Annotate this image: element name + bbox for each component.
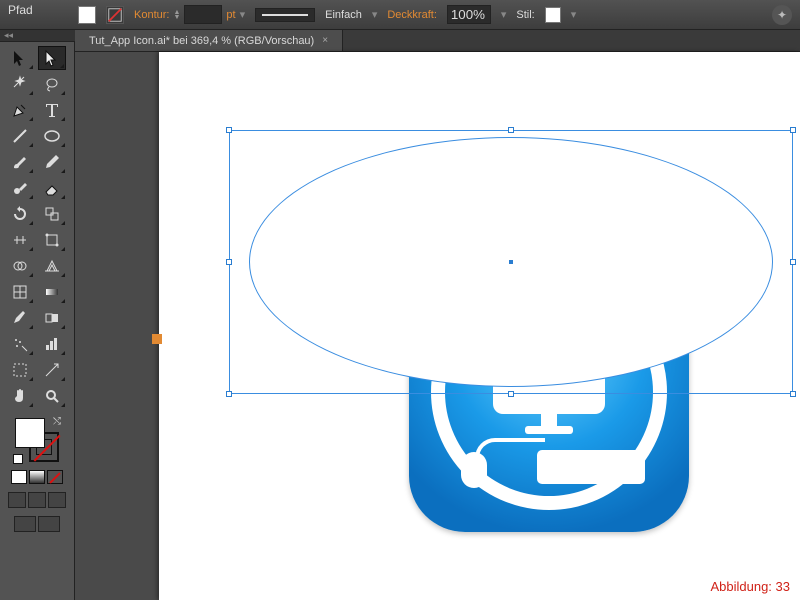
color-mode-none[interactable]	[47, 470, 63, 484]
selection-tool[interactable]	[6, 46, 34, 70]
mesh-tool[interactable]	[6, 280, 34, 304]
document-tab[interactable]: Tut_App Icon.ai* bei 369,4 % (RGB/Vorsch…	[75, 30, 343, 51]
document-tab-title: Tut_App Icon.ai* bei 369,4 % (RGB/Vorsch…	[89, 35, 314, 47]
artwork-keyboard	[537, 450, 645, 484]
tools-panel-grip[interactable]: ◂◂	[0, 30, 75, 42]
handle-middle-right[interactable]	[790, 259, 796, 265]
artboard-tool[interactable]	[6, 358, 34, 382]
document-tab-strip: Tut_App Icon.ai* bei 369,4 % (RGB/Vorsch…	[75, 30, 800, 52]
variable-width-profile[interactable]	[255, 8, 315, 22]
column-graph-tool[interactable]	[38, 332, 66, 356]
scale-tool[interactable]	[38, 202, 66, 226]
app-frame-icon[interactable]: ✦	[772, 5, 792, 25]
screen-mode-buttons	[0, 516, 74, 532]
color-mode-solid[interactable]	[11, 470, 27, 484]
default-fill-stroke-icon[interactable]	[13, 454, 23, 464]
stroke-weight-stepper[interactable]: ▲▼	[173, 10, 180, 20]
artwork-base	[525, 426, 573, 434]
object-type-label: Pfad	[8, 3, 33, 17]
ellipse-tool[interactable]	[38, 124, 66, 148]
opacity-label[interactable]: Deckkraft:	[387, 9, 437, 21]
zoom-tool[interactable]	[38, 384, 66, 408]
symbol-sprayer-tool[interactable]	[6, 332, 34, 356]
line-tool[interactable]	[6, 124, 34, 148]
stroke-weight-input[interactable]	[184, 5, 222, 24]
perspective-grid-tool[interactable]	[38, 254, 66, 278]
handle-bottom-middle[interactable]	[508, 391, 514, 397]
draw-normal[interactable]	[8, 492, 26, 508]
stroke-unit: pt	[226, 9, 235, 21]
fill-box[interactable]	[15, 418, 45, 448]
lasso-tool[interactable]	[38, 72, 66, 96]
blob-brush-tool[interactable]	[6, 176, 34, 200]
selection-center-point[interactable]	[509, 260, 513, 264]
profile-label: Einfach	[325, 9, 362, 21]
handle-top-left[interactable]	[226, 127, 232, 133]
close-tab-icon[interactable]: ×	[322, 35, 328, 46]
screen-mode-full[interactable]	[38, 516, 60, 532]
gradient-tool[interactable]	[38, 280, 66, 304]
selection-bounding-box[interactable]	[229, 130, 793, 394]
rotate-tool[interactable]	[6, 202, 34, 226]
eraser-tool[interactable]	[38, 176, 66, 200]
opacity-input[interactable]	[447, 5, 491, 24]
pen-tool[interactable]	[6, 98, 34, 122]
slice-tool[interactable]	[38, 358, 66, 382]
control-bar: Kontur: ▲▼ pt ▾ Einfach ▾ Deckkraft: ▾ S…	[0, 0, 800, 30]
magic-wand-tool[interactable]	[6, 72, 34, 96]
stroke-swatch-none[interactable]	[106, 6, 124, 24]
screen-mode-normal[interactable]	[14, 516, 36, 532]
stroke-label[interactable]: Kontur:	[134, 9, 169, 21]
figure-caption: Abbildung: 33	[710, 579, 790, 594]
color-mode-buttons	[0, 468, 74, 486]
direct-selection-tool[interactable]	[38, 46, 66, 70]
type-tool[interactable]	[38, 98, 66, 122]
swap-fill-stroke-icon[interactable]: ⤭	[53, 416, 61, 427]
fill-stroke-control[interactable]: ⤭	[13, 416, 61, 464]
handle-bottom-right[interactable]	[790, 391, 796, 397]
draw-behind[interactable]	[28, 492, 46, 508]
draw-mode-buttons	[0, 492, 74, 508]
pencil-tool[interactable]	[38, 150, 66, 174]
artwork-mouse	[461, 452, 487, 488]
tools-panel: ⤭	[0, 42, 75, 600]
draw-inside[interactable]	[48, 492, 66, 508]
free-transform-tool[interactable]	[38, 228, 66, 252]
paintbrush-tool[interactable]	[6, 150, 34, 174]
graphic-style-swatch[interactable]	[545, 7, 561, 23]
shape-builder-tool[interactable]	[6, 254, 34, 278]
handle-top-right[interactable]	[790, 127, 796, 133]
handle-top-middle[interactable]	[508, 127, 514, 133]
fill-swatch[interactable]	[78, 6, 96, 24]
blend-tool[interactable]	[38, 306, 66, 330]
style-label: Stil:	[516, 9, 534, 21]
hand-tool[interactable]	[6, 384, 34, 408]
handle-bottom-left[interactable]	[226, 391, 232, 397]
handle-middle-left[interactable]	[226, 259, 232, 265]
artboard[interactable]: Abbildung: 33	[159, 52, 800, 600]
width-tool[interactable]	[6, 228, 34, 252]
artboard-edge-indicator	[152, 334, 162, 344]
color-mode-gradient[interactable]	[29, 470, 45, 484]
canvas-area[interactable]: Abbildung: 33	[75, 52, 800, 600]
eyedropper-tool[interactable]	[6, 306, 34, 330]
